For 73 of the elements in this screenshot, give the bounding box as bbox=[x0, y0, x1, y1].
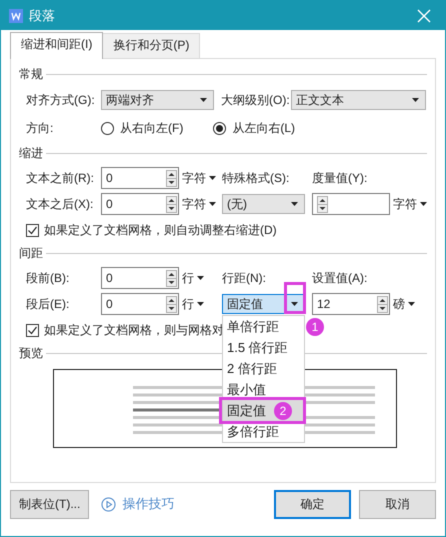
app-icon bbox=[9, 8, 23, 22]
radio-button[interactable] bbox=[213, 122, 226, 134]
spin-buttons[interactable] bbox=[166, 270, 177, 286]
caret-icon bbox=[197, 276, 204, 280]
unit-dropdown[interactable]: 行 bbox=[182, 270, 222, 286]
caret-icon bbox=[412, 98, 419, 102]
field-label: 特殊格式(S): bbox=[222, 170, 290, 186]
checkbox[interactable] bbox=[26, 324, 39, 336]
spin-buttons[interactable] bbox=[166, 196, 177, 212]
tips-link[interactable]: 操作技巧 bbox=[101, 495, 174, 513]
section-title: 缩进 bbox=[19, 144, 43, 162]
close-icon[interactable] bbox=[417, 8, 431, 22]
field-label: 方向: bbox=[26, 120, 54, 136]
ok-button[interactable]: 确定 bbox=[274, 490, 351, 518]
field-label: 文本之后(X): bbox=[26, 196, 94, 212]
checkbox-label: 如果定义了文档网格，则自动调整右缩进(D) bbox=[44, 222, 277, 238]
checkbox[interactable] bbox=[26, 224, 39, 236]
caret-icon bbox=[200, 98, 207, 102]
step-badge: 1 bbox=[306, 318, 324, 336]
dropdown[interactable]: (无) bbox=[222, 194, 305, 214]
window-title: 段落 bbox=[29, 6, 55, 24]
field-label: 段后(E): bbox=[26, 296, 70, 312]
field-label: 大纲级别(O): bbox=[221, 92, 291, 108]
dropdown-option[interactable]: 最小值 bbox=[223, 379, 304, 400]
play-icon bbox=[101, 496, 116, 512]
caret-icon bbox=[291, 202, 298, 206]
section-title: 间距 bbox=[19, 244, 43, 262]
field-label: 行距(N): bbox=[222, 270, 267, 286]
caret-icon bbox=[209, 202, 216, 206]
caret-icon bbox=[420, 202, 427, 206]
number-field[interactable]: 12 bbox=[312, 293, 390, 315]
number-field[interactable]: 0 bbox=[101, 167, 179, 189]
field-label: 段前(B): bbox=[26, 270, 70, 286]
dropdown-option[interactable]: 单倍行距 bbox=[223, 316, 304, 337]
caret-icon bbox=[209, 176, 216, 180]
unit-dropdown[interactable]: 磅 bbox=[393, 296, 427, 312]
step-badge: 2 bbox=[274, 402, 292, 420]
caret-icon bbox=[408, 302, 415, 306]
dropdown-option[interactable]: 2 倍行距 bbox=[223, 358, 304, 379]
spin-buttons[interactable] bbox=[166, 296, 177, 312]
section-title: 常规 bbox=[19, 66, 43, 82]
cancel-button[interactable]: 取消 bbox=[359, 490, 436, 518]
field-label: 文本之前(R): bbox=[26, 170, 95, 186]
caret-icon bbox=[291, 302, 298, 306]
field-label: 设置值(A): bbox=[312, 270, 368, 286]
unit-dropdown[interactable]: 字符 bbox=[393, 196, 427, 212]
caret-icon bbox=[197, 302, 204, 306]
dropdown[interactable]: 固定值 bbox=[222, 294, 305, 314]
unit-dropdown[interactable]: 行 bbox=[182, 296, 222, 312]
field-label: 对齐方式(G): bbox=[26, 92, 96, 108]
number-field[interactable]: 0 bbox=[101, 193, 179, 215]
checkbox-label: 如果定义了文档网格，则与网格对 bbox=[44, 322, 224, 338]
field-label: 度量值(Y): bbox=[312, 170, 368, 186]
spin-buttons[interactable] bbox=[317, 196, 328, 212]
dropdown[interactable]: 两端对齐 bbox=[101, 90, 214, 110]
dropdown[interactable]: 正文文本 bbox=[291, 90, 426, 110]
dropdown-option[interactable]: 多倍行距 bbox=[223, 421, 304, 442]
spin-buttons[interactable] bbox=[377, 296, 388, 312]
dropdown-option[interactable]: 1.5 倍行距 bbox=[223, 337, 304, 358]
section-title: 预览 bbox=[19, 344, 43, 362]
tab[interactable]: 缩进和间距(I) bbox=[10, 32, 104, 59]
radio-label: 从左向右(L) bbox=[232, 120, 295, 136]
number-field[interactable]: 0 bbox=[101, 267, 179, 289]
unit-dropdown[interactable]: 字符 bbox=[182, 196, 222, 212]
spin-buttons[interactable] bbox=[166, 170, 177, 186]
tab[interactable]: 换行和分页(P) bbox=[102, 33, 200, 58]
number-field[interactable] bbox=[312, 193, 390, 215]
radio-button[interactable] bbox=[101, 122, 114, 134]
unit-dropdown[interactable]: 字符 bbox=[182, 170, 222, 186]
tab-stops-button[interactable]: 制表位(T)... bbox=[10, 490, 90, 518]
radio-label: 从右向左(F) bbox=[120, 120, 184, 136]
number-field[interactable]: 0 bbox=[101, 293, 179, 315]
dropdown-option[interactable]: 固定值 2 bbox=[223, 400, 304, 421]
